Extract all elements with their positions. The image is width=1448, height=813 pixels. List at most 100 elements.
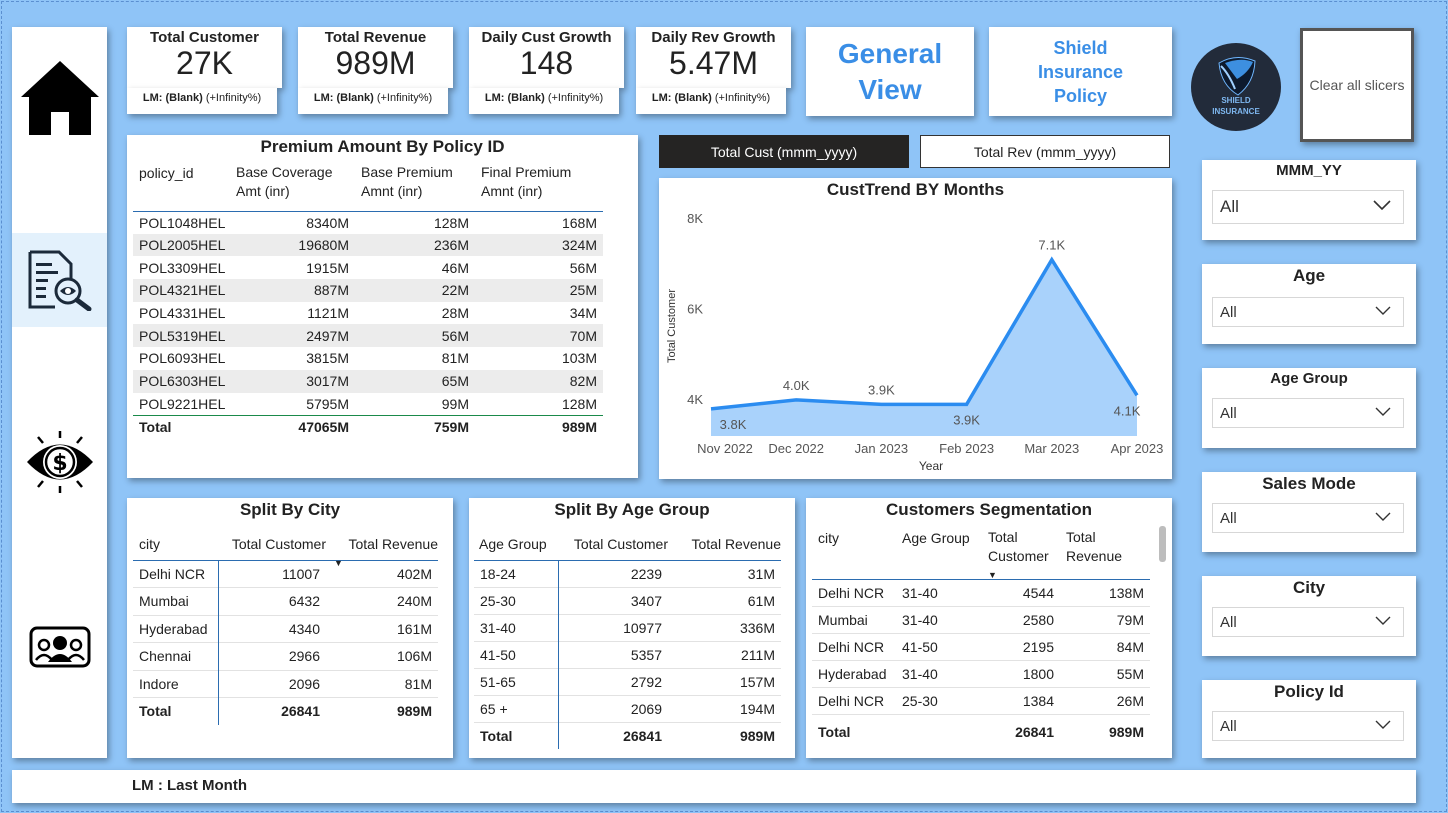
table-header-row: city Age Group Total Customer ▼ Total Re…: [812, 528, 1150, 580]
slicer-value: All: [1220, 613, 1237, 631]
nav-sidebar: $: [12, 27, 107, 758]
table-total-cell: 759M: [433, 419, 469, 436]
col-header[interactable]: Age Group: [474, 528, 558, 560]
table-cell: 1121M: [307, 305, 349, 322]
table-row[interactable]: 65 + 2069 194M: [474, 695, 781, 722]
table-row[interactable]: Mumbai 6432 240M: [133, 587, 438, 615]
table-row[interactable]: POL4331HEL 1121M 28M 34M: [133, 302, 603, 325]
table-cell: POL4321HEL: [139, 282, 226, 299]
table-row[interactable]: Hyderabad 4340 161M: [133, 615, 438, 643]
kpi-title: Total Customer: [150, 29, 259, 46]
table-row[interactable]: POL6303HEL 3017M 65M 82M: [133, 369, 603, 393]
table-cell: 28M: [441, 305, 469, 322]
policy-title: Shield Insurance Policy: [989, 27, 1172, 116]
table-row[interactable]: Chennai 2966 106M: [133, 642, 438, 670]
tab-total-cust[interactable]: Total Cust (mmm_yyyy): [659, 135, 909, 168]
table-cell: 236M: [433, 237, 469, 254]
data-label: 3.9K: [868, 382, 895, 397]
slicer-age-group: Age Group All: [1202, 368, 1416, 448]
table-row[interactable]: Delhi NCR 31-40 4544 138M: [812, 579, 1150, 606]
col-header[interactable]: Total Revenue: [668, 528, 781, 560]
table-row[interactable]: 25-30 3407 61M: [474, 587, 781, 614]
table-row[interactable]: 41-50 5357 211M: [474, 641, 781, 668]
col-header[interactable]: Age Group: [896, 528, 982, 579]
team-icon: [29, 626, 90, 668]
table-cell: 25-30: [480, 592, 516, 609]
table-row[interactable]: POL6093HEL 3815M 81M 103M: [133, 347, 603, 370]
table-cell: 99M: [441, 395, 469, 412]
nav-home[interactable]: [12, 55, 107, 141]
x-tick-label: Nov 2022: [697, 441, 753, 456]
table-cell: 11007: [217, 560, 326, 588]
col-header[interactable]: Base Premium Amnt (inr): [355, 163, 475, 211]
table-row[interactable]: POL1048HEL 8340M 128M 168M: [133, 211, 603, 234]
table-cell: 8340M: [306, 214, 349, 231]
slicer-dropdown[interactable]: All: [1212, 607, 1404, 637]
table-row[interactable]: 51-65 2792 157M: [474, 668, 781, 695]
table-cell: 2792: [557, 668, 668, 695]
table-cell: 55M: [1116, 665, 1144, 682]
table-row[interactable]: POL2005HEL 19680M 236M 324M: [133, 233, 603, 257]
col-header[interactable]: city: [812, 528, 896, 579]
table-cell: 157M: [739, 673, 775, 690]
y-tick-label: 8K: [687, 211, 703, 226]
slicer-dropdown[interactable]: All: [1212, 711, 1404, 741]
col-header[interactable]: Total Customer: [558, 528, 668, 560]
kpi-value: 148: [519, 45, 574, 81]
table-cell: 1915M: [306, 259, 349, 276]
cust-trend-chart: 4K 6K 8K Nov 2022 Dec 2022 Jan 2023 Feb 2023 Ma…: [666, 211, 1163, 473]
table-cell: 128M: [561, 395, 597, 412]
col-header[interactable]: Total Customer: [218, 528, 326, 560]
col-header[interactable]: Total Revenue: [1060, 528, 1150, 579]
col-header-sorted[interactable]: Total Revenue ▼: [326, 528, 438, 568]
table-cell: 31-40: [902, 665, 938, 682]
slicer-policy-id: Policy Id All: [1202, 680, 1416, 758]
slicer-dropdown[interactable]: All: [1212, 503, 1404, 533]
slicer-title: Age Group: [1270, 370, 1348, 387]
table-cell: 2580: [1022, 611, 1054, 628]
table-row[interactable]: POL4321HEL 887M 22M 25M: [133, 279, 603, 302]
col-header-sorted[interactable]: Total Customer ▼: [982, 528, 1060, 580]
col-header[interactable]: Base Coverage Amt (inr): [230, 163, 355, 211]
table-cell: 887M: [313, 282, 349, 299]
table-row[interactable]: Delhi NCR 41-50 2195 84M: [812, 633, 1150, 660]
nav-report[interactable]: [12, 233, 107, 327]
table-cell: 1800: [1022, 665, 1054, 682]
clear-slicers-button[interactable]: Clear all slicers: [1300, 28, 1414, 142]
table-row[interactable]: POL3309HEL 1915M 46M 56M: [133, 256, 603, 279]
data-label: 7.1K: [1038, 238, 1065, 253]
chevron-down-icon: [1375, 306, 1391, 315]
nav-finance[interactable]: $: [12, 427, 107, 497]
chart-area-fill: [711, 259, 1137, 436]
tab-total-rev[interactable]: Total Rev (mmm_yyyy): [920, 135, 1170, 168]
col-header[interactable]: policy_id: [133, 163, 230, 211]
table-total-cell: 989M: [561, 419, 597, 436]
table-cell: 79M: [1116, 611, 1144, 628]
kpi-lm-total-revenue: LM: (Blank) (+Infinity%): [298, 88, 448, 114]
nav-team[interactable]: [12, 617, 107, 677]
slicer-dropdown[interactable]: All: [1212, 398, 1404, 428]
scrollbar[interactable]: [1159, 526, 1166, 562]
table-total-cell: Total: [139, 419, 172, 436]
table-cell: POL1048HEL: [139, 214, 226, 231]
data-label: 4.1K: [1114, 403, 1141, 418]
table-row[interactable]: Hyderabad 31-40 1800 55M: [812, 660, 1150, 687]
table-cell: 34M: [569, 305, 597, 322]
slicer-dropdown[interactable]: All: [1212, 190, 1404, 224]
table-row[interactable]: Delhi NCR 25-30 1384 26M: [812, 687, 1150, 714]
col-header[interactable]: Final Premium Amnt (inr): [475, 163, 603, 211]
slicer-dropdown[interactable]: All: [1212, 297, 1404, 327]
kpi-lm-pct: (+Infinity%): [376, 92, 433, 104]
table-row[interactable]: 31-40 10977 336M: [474, 614, 781, 641]
table-row[interactable]: Delhi NCR 11007 402M: [133, 560, 438, 588]
table-row[interactable]: Indore 2096 81M: [133, 670, 438, 698]
cust-trend-chart-panel: CustTrend BY Months 4K 6K 8K Nov 2022 Dec 20…: [659, 178, 1172, 479]
table-row[interactable]: Mumbai 31-40 2580 79M: [812, 606, 1150, 633]
table-row[interactable]: POL9221HEL 5795M 99M 128M: [133, 393, 603, 416]
chevron-down-icon: [1375, 720, 1391, 729]
table-row[interactable]: 18-24 2239 31M: [474, 560, 781, 587]
table-cell: Delhi NCR: [818, 584, 885, 601]
col-header[interactable]: city: [133, 528, 218, 560]
table-row[interactable]: POL5319HEL 2497M 56M 70M: [133, 324, 603, 348]
age-table-panel: Split By Age Group Age Group Total Custo…: [469, 498, 795, 758]
